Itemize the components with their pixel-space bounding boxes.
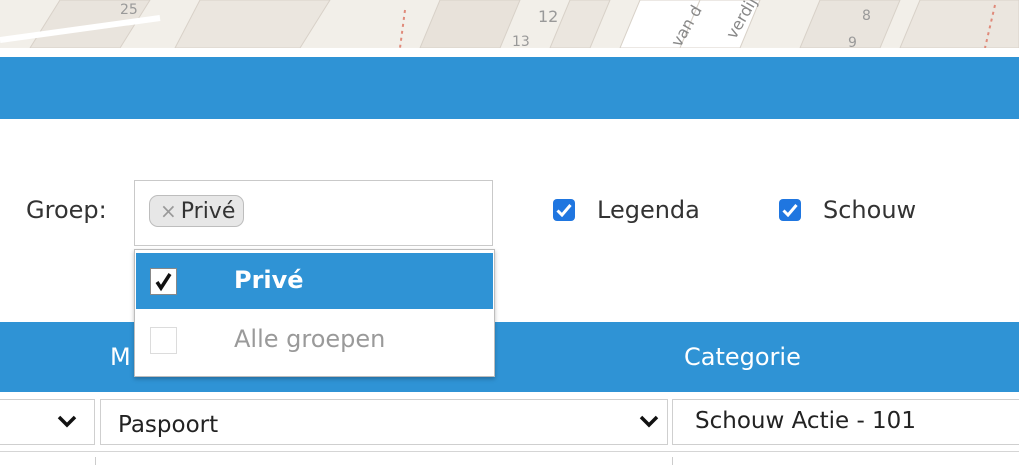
schouw-toggle[interactable]: Schouw [779, 196, 916, 224]
selected-tag[interactable]: × Privé [149, 195, 245, 227]
legenda-checkbox[interactable] [553, 199, 575, 221]
dropdown-option-label: Privé [234, 266, 304, 294]
filter-select-2[interactable]: Paspoort [100, 399, 668, 445]
filter-select-2-value: Paspoort [118, 412, 219, 438]
selected-tag-label: Privé [180, 198, 236, 224]
groep-dropdown-list: Privé Alle groepen [134, 249, 495, 377]
map-label-13: 13 [512, 34, 530, 48]
filter-select-3-value: Schouw Actie - 101 [695, 408, 916, 434]
remove-tag-icon[interactable]: × [160, 199, 177, 223]
column-header-categorie[interactable]: Categorie [684, 322, 801, 392]
legenda-toggle[interactable]: Legenda [553, 196, 700, 224]
map-tiles: 25 12 13 van d verdij 8 9 [0, 0, 1019, 48]
map-label-8: 8 [862, 8, 871, 24]
dropdown-option-prive[interactable]: Privé [136, 253, 493, 309]
filter-select-1[interactable] [0, 399, 95, 445]
option-checkbox[interactable] [150, 268, 177, 295]
dropdown-option-label: Alle groepen [234, 325, 386, 353]
map-label-12: 12 [538, 7, 558, 26]
map-label-25: 25 [120, 2, 138, 18]
checkmark-icon [556, 204, 572, 217]
schouw-checkbox[interactable] [779, 199, 801, 221]
table-filter-row: Paspoort Schouw Actie - 101 [0, 393, 1019, 452]
checkmark-icon [782, 204, 798, 217]
divider [672, 457, 673, 465]
dropdown-option-alle-groepen[interactable]: Alle groepen [136, 312, 493, 368]
toolbar-band [0, 57, 1019, 119]
divider [95, 457, 96, 465]
column-header-m[interactable]: M [110, 322, 131, 392]
chevron-down-icon [639, 415, 659, 428]
legenda-label: Legenda [597, 196, 700, 224]
map-preview[interactable]: 25 12 13 van d verdij 8 9 [0, 0, 1019, 48]
chevron-down-icon [57, 415, 77, 428]
filter-select-3[interactable]: Schouw Actie - 101 [672, 399, 1019, 445]
groep-multiselect[interactable]: × Privé [134, 180, 493, 246]
groep-label: Groep: [26, 196, 107, 224]
map-label-9: 9 [848, 35, 857, 48]
checkmark-icon [155, 273, 172, 292]
table-row-edge [0, 452, 1019, 465]
spacer [0, 48, 1019, 57]
option-checkbox[interactable] [150, 327, 177, 354]
schouw-label: Schouw [823, 196, 917, 224]
